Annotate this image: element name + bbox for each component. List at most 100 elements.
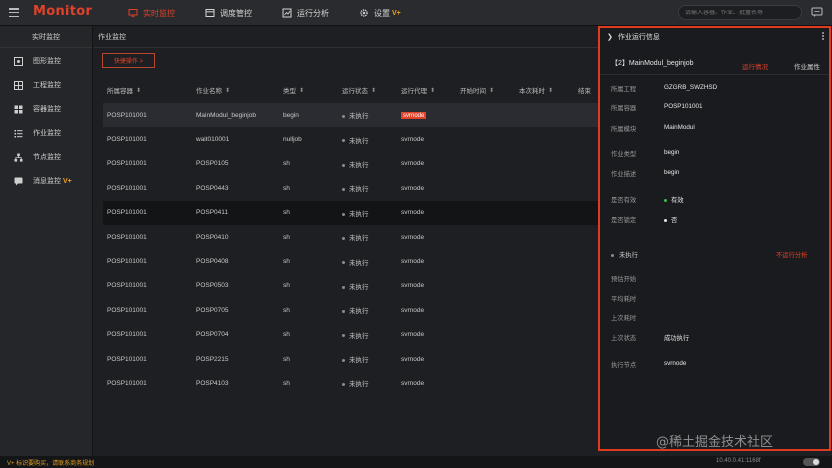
table-row[interactable]: POSP101001 POSP0410 sh 未执行 svrnode: [103, 225, 598, 249]
watermark: @稀土掘金技术社区: [656, 435, 774, 450]
panel-header[interactable]: ❯ 作业运行信息: [600, 28, 829, 45]
sidebar-item-label: 图形监控: [33, 58, 61, 65]
nav-label: 运行分析: [297, 8, 329, 18]
sort-icon[interactable]: ⬍: [299, 87, 304, 94]
sort-icon[interactable]: ⬍: [548, 87, 553, 94]
sort-icon[interactable]: ⬍: [371, 87, 376, 94]
status-dot: [342, 163, 345, 167]
status-dot: [342, 261, 345, 265]
sort-icon[interactable]: ⬍: [489, 87, 494, 94]
column-header[interactable]: 开始时间 ⬍: [456, 85, 515, 96]
job-info-panel: ❯ 作业运行信息 【2】MainModul_beginjob 运行情况 作业属性…: [598, 26, 831, 451]
theme-toggle[interactable]: [803, 458, 820, 466]
field-last-duration: 上次耗时: [611, 315, 637, 322]
status-dot: [342, 310, 345, 314]
nav-label: 设置: [374, 8, 390, 18]
table-row[interactable]: POSP101001 POSP0704 sh 未执行 svrnode: [103, 323, 598, 347]
breadcrumb: 作业监控: [98, 34, 126, 41]
status-dot: [342, 334, 345, 338]
app-brand: Monitor: [33, 4, 93, 19]
table-header: 所属容器 ⬍ 作业名称 ⬍ 类型 ⬍ 运行状态 ⬍ 运行代理 ⬍ 开始时间 ⬍ 本次耗时 ⬍ …: [103, 80, 598, 100]
quick-action-button[interactable]: 快捷操作 >: [102, 53, 155, 68]
nav-settings[interactable]: 设置 V+: [359, 0, 401, 26]
table-row[interactable]: POSP101001 POSP0443 sh 未执行 svrnode: [103, 176, 598, 200]
table-row[interactable]: POSP101001 POSP0503 sh 未执行 svrnode: [103, 274, 598, 298]
sort-icon[interactable]: ⬍: [430, 87, 435, 94]
sidebar-item-label: 节点监控: [33, 154, 61, 161]
nav-realtime-monitor[interactable]: 实时监控: [128, 0, 175, 26]
sidebar-item-label: 消息监控: [33, 178, 61, 185]
sidebar-item-graph-monitor[interactable]: 图形监控: [0, 49, 92, 73]
column-header[interactable]: 结束: [574, 85, 598, 95]
job-list-icon: [14, 129, 23, 137]
field-valid: 是否有效 有效: [611, 197, 684, 204]
field-average-duration: 平均耗时: [611, 296, 637, 303]
field-last-status: 上次状态 成功执行: [611, 335, 690, 342]
sidebar-item-label: 工程监控: [33, 82, 61, 89]
top-bar: Monitor 实时监控 调度管控 运行分析 设置 V+ 请输入容器、作业、批量…: [0, 0, 832, 26]
column-header[interactable]: 作业名称 ⬍: [192, 85, 279, 96]
field-exec-node: 执行节点 svrnode: [611, 360, 687, 369]
status-dot: [342, 358, 345, 362]
job-title: 【2】MainModul_beginjob: [611, 60, 694, 67]
sort-icon[interactable]: ⬍: [136, 87, 141, 94]
table-row[interactable]: POSP101001 POSP0105 sh 未执行 svrnode: [103, 152, 598, 176]
status-dot: [342, 139, 345, 143]
table-row[interactable]: POSP101001 POSP2215 sh 未执行 svrnode: [103, 347, 598, 371]
vplus-badge: V+: [63, 177, 72, 185]
table-row[interactable]: POSP101001 POSP4103 sh 未执行 svrnode: [103, 371, 598, 395]
sidebar-item-project-monitor[interactable]: 工程监控: [0, 73, 92, 97]
divider: [94, 47, 598, 48]
sidebar-item-container-monitor[interactable]: 容器监控: [0, 97, 92, 121]
run-status: 未执行: [611, 250, 638, 259]
column-header[interactable]: 所属容器 ⬍: [103, 85, 192, 96]
sidebar-item-label: 作业监控: [33, 130, 61, 137]
sidebar-item-label: 容器监控: [33, 106, 61, 113]
sidebar-header: 实时监控: [0, 26, 92, 48]
nav-label: 实时监控: [143, 8, 175, 18]
nav-schedule-control[interactable]: 调度管控: [205, 0, 252, 26]
monitor-icon: [128, 9, 138, 17]
server-address: 10.40.0.41:1168f: [716, 458, 761, 464]
column-header[interactable]: 运行代理 ⬍: [397, 85, 456, 96]
field-locked: 是否锁定否: [611, 217, 678, 224]
status-dot: [611, 253, 614, 257]
column-header[interactable]: 本次耗时 ⬍: [515, 85, 574, 96]
sidebar: 实时监控 图形监控 工程监控 容器监控 作业监控 节点监控 消息监控 V+: [0, 26, 93, 456]
field-estimated-start: 预估开始: [611, 276, 637, 283]
vplus-badge: V+: [392, 9, 401, 17]
status-dot: [342, 114, 345, 118]
agent-tag: svrnode: [401, 111, 427, 119]
schedule-icon: [205, 9, 215, 17]
message-icon[interactable]: [811, 7, 823, 18]
no-run-analysis-link[interactable]: 不运行分析: [776, 250, 807, 259]
status-dot: [342, 212, 345, 216]
search-input[interactable]: [685, 9, 785, 16]
status-dot: [342, 285, 345, 289]
valid-dot: [664, 198, 667, 202]
vplus-notice: V+ 标识要购买，请联系商务规划: [7, 461, 95, 467]
more-icon[interactable]: [822, 32, 825, 41]
analysis-icon: [282, 8, 292, 18]
sidebar-item-message-monitor[interactable]: 消息监控 V+: [0, 169, 92, 193]
sort-icon[interactable]: ⬍: [225, 87, 230, 94]
column-header[interactable]: 运行状态 ⬍: [338, 85, 397, 96]
table-row[interactable]: POSP101001 MainModul_beginjob begin 未执行 …: [103, 103, 598, 128]
tab-job-properties[interactable]: 作业属性: [794, 61, 820, 71]
table-row[interactable]: POSP101001 POSP0408 sh 未执行 svrnode: [103, 249, 598, 273]
table-row[interactable]: POSP101001 wait010001 nulljob 未执行 svrnod…: [103, 127, 598, 151]
table-row[interactable]: POSP101001 POSP0411 sh 未执行 svrnode: [103, 200, 598, 225]
column-header[interactable]: 类型 ⬍: [279, 85, 338, 96]
status-dot: [342, 383, 345, 387]
sidebar-item-node-monitor[interactable]: 节点监控: [0, 145, 92, 169]
table-row[interactable]: POSP101001 POSP0705 sh 未执行 svrnode: [103, 298, 598, 322]
field-job-description: 作业描述 begin: [611, 169, 680, 178]
tab-run-status[interactable]: 运行情况: [742, 61, 768, 71]
status-dot: [342, 188, 345, 192]
menu-icon[interactable]: [9, 8, 19, 18]
chevron-right-icon[interactable]: ❯: [607, 33, 613, 41]
nav-run-analysis[interactable]: 运行分析: [282, 0, 329, 26]
sidebar-item-job-monitor[interactable]: 作业监控: [0, 121, 92, 145]
global-search[interactable]: [678, 5, 802, 20]
locked-dot: [664, 218, 667, 222]
